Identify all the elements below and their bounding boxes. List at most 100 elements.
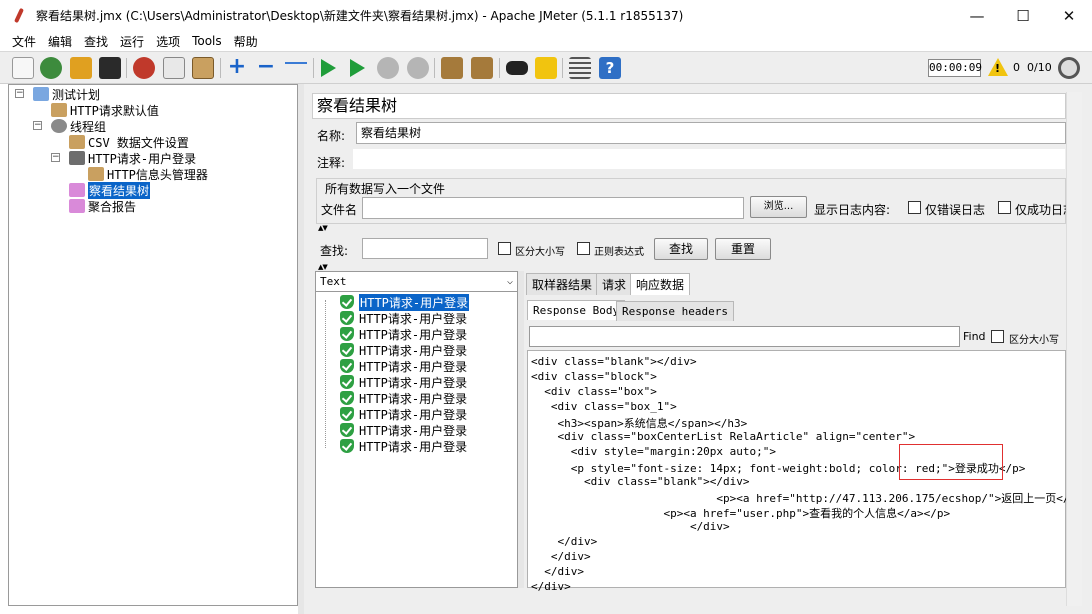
result-item[interactable]: HTTP请求-用户登录 — [340, 326, 467, 342]
search-regex-checkbox[interactable] — [577, 242, 590, 255]
subtab-response-headers[interactable]: Response headers — [616, 301, 734, 321]
active-threads: 0/10 — [1027, 61, 1052, 74]
result-item[interactable]: HTTP请求-用户登录 — [340, 422, 467, 438]
menu-edit[interactable]: 编辑 — [48, 33, 72, 50]
gear-icon — [51, 119, 67, 133]
name-input[interactable]: 察看结果树 — [356, 122, 1066, 144]
success-shield-icon — [340, 375, 354, 389]
login-success-highlight — [899, 444, 1003, 480]
copy-icon[interactable] — [163, 57, 185, 79]
help-icon[interactable]: ? — [599, 57, 621, 79]
clear-icon[interactable] — [441, 57, 463, 79]
panel-scrollbar[interactable] — [1066, 92, 1082, 606]
tree-item-thread-group[interactable]: 线程组 — [51, 118, 106, 134]
success-only-label: 仅成功日志 — [1015, 203, 1066, 217]
group-title: 所有数据写入一个文件 — [323, 180, 448, 197]
search-icon[interactable] — [506, 61, 528, 75]
result-item[interactable]: HTTP请求-用户登录 — [340, 293, 470, 311]
close-button[interactable]: ✕ — [1046, 0, 1092, 31]
toolbar-separator — [126, 58, 127, 78]
error-count: 0 — [1013, 61, 1020, 74]
tree-item-aggregate-report[interactable]: 聚合报告 — [69, 198, 136, 214]
reset-search-icon[interactable] — [535, 57, 557, 79]
shutdown-icon[interactable] — [407, 57, 429, 79]
cut-icon[interactable] — [133, 57, 155, 79]
templates-icon[interactable] — [40, 57, 62, 79]
response-line: <div class="block"> — [531, 370, 657, 383]
response-find-label: Find — [963, 330, 986, 343]
start-no-pause-icon[interactable] — [350, 59, 365, 77]
menu-tools[interactable]: Tools — [192, 34, 222, 48]
search-label: 查找: — [320, 244, 349, 258]
tree-collapse-toggle[interactable]: − — [33, 121, 42, 130]
tree-item-view-results-tree[interactable]: 察看结果树 — [69, 181, 151, 199]
menu-help[interactable]: 帮助 — [234, 33, 258, 50]
collapse-icon[interactable]: − — [255, 56, 277, 79]
filename-input[interactable] — [362, 197, 744, 219]
menu-file[interactable]: 文件 — [12, 33, 36, 50]
tree-item-csv-config[interactable]: CSV 数据文件设置 — [69, 134, 189, 150]
reset-button[interactable]: 重置 — [715, 238, 771, 260]
result-item[interactable]: HTTP请求-用户登录 — [340, 374, 467, 390]
success-only-checkbox[interactable] — [998, 201, 1011, 214]
response-case-checkbox[interactable] — [991, 330, 1004, 343]
result-item[interactable]: HTTP请求-用户登录 — [340, 390, 467, 406]
menu-bar: 文件 编辑 查找 运行 选项 Tools 帮助 — [0, 31, 1092, 51]
paste-icon[interactable] — [192, 57, 214, 79]
comment-input[interactable] — [352, 148, 1066, 170]
search-case-checkbox[interactable] — [498, 242, 511, 255]
result-item[interactable]: HTTP请求-用户登录 — [340, 438, 467, 454]
menu-search[interactable]: 查找 — [84, 33, 108, 50]
clear-all-icon[interactable] — [471, 57, 493, 79]
tree-item-http-defaults[interactable]: HTTP请求默认值 — [51, 102, 159, 118]
new-icon[interactable] — [12, 57, 34, 79]
stop-icon[interactable] — [377, 57, 399, 79]
response-line: <p><a href="http://47.113.206.175/ecshop… — [531, 492, 1066, 505]
search-regex-label: 正则表达式 — [594, 247, 644, 258]
result-item[interactable]: HTTP请求-用户登录 — [340, 358, 467, 374]
browse-button[interactable]: 浏览... — [750, 196, 807, 218]
collapse-arrows-icon[interactable]: ▲▼ — [318, 263, 328, 271]
name-label: 名称: — [317, 129, 346, 143]
response-line: <div class="box"> — [531, 385, 657, 398]
toggle-icon[interactable] — [285, 62, 307, 76]
response-case-label: 区分大小写 — [1009, 335, 1059, 346]
save-icon[interactable] — [99, 57, 121, 79]
response-find-input[interactable] — [529, 326, 960, 347]
tree-item-test-plan[interactable]: 测试计划 — [33, 86, 100, 102]
search-input[interactable] — [362, 238, 488, 259]
tab-request[interactable]: 请求 — [596, 273, 633, 295]
collapse-arrows-icon[interactable]: ▲▼ — [318, 224, 328, 232]
result-item[interactable]: HTTP请求-用户登录 — [340, 310, 467, 326]
menu-run[interactable]: 运行 — [120, 33, 144, 50]
success-shield-icon — [340, 311, 354, 325]
result-item[interactable]: HTTP请求-用户登录 — [340, 406, 467, 422]
menu-options[interactable]: 选项 — [156, 33, 180, 50]
response-line: </div> — [531, 520, 730, 533]
result-item[interactable]: HTTP请求-用户登录 — [340, 342, 467, 358]
expand-icon[interactable]: + — [226, 56, 248, 79]
function-helper-icon[interactable] — [569, 57, 591, 79]
tab-sampler-result[interactable]: 取样器结果 — [526, 273, 599, 295]
subtab-response-body[interactable]: Response Body — [527, 300, 626, 320]
maximize-button[interactable]: ☐ — [1000, 0, 1046, 31]
tree-collapse-toggle[interactable]: − — [15, 89, 24, 98]
response-line: <p><a href="user.php">查看我的个人信息</a></p> — [531, 507, 951, 520]
success-shield-icon — [340, 359, 354, 373]
response-line: <h3><span>系统信息</span></h3> — [531, 417, 748, 430]
tree-collapse-toggle[interactable]: − — [51, 153, 60, 162]
renderer-select[interactable]: Text ⌵ — [316, 272, 517, 292]
tab-response-data[interactable]: 响应数据 — [630, 273, 691, 295]
chart-listener-icon — [69, 183, 85, 197]
errors-only-checkbox[interactable] — [908, 201, 921, 214]
tree-item-http-login[interactable]: HTTP请求-用户登录 — [69, 150, 196, 166]
wrench-icon — [88, 167, 104, 181]
toolbar-separator — [220, 58, 221, 78]
response-line: <div class="blank"></div> — [531, 355, 697, 368]
start-icon[interactable] — [321, 59, 336, 77]
open-icon[interactable] — [70, 57, 92, 79]
remote-status-gear-icon — [1058, 57, 1080, 79]
minimize-button[interactable]: — — [954, 0, 1000, 31]
tree-item-header-manager[interactable]: HTTP信息头管理器 — [88, 166, 208, 182]
find-button[interactable]: 查找 — [654, 238, 708, 260]
